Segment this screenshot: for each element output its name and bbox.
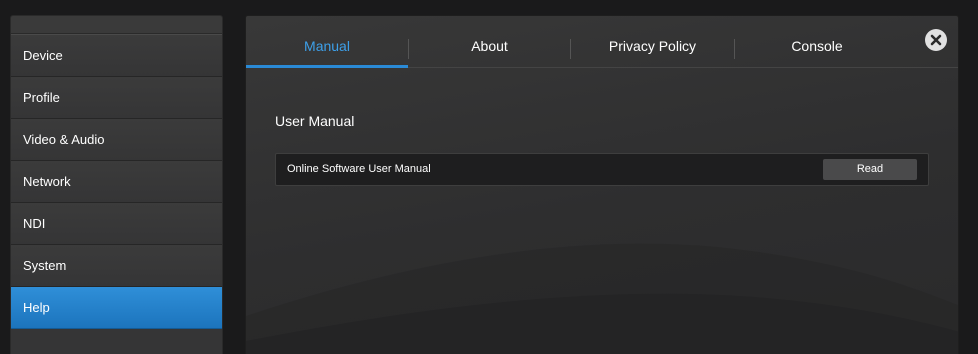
sidebar-item-label: Network xyxy=(23,174,71,189)
sidebar-nav: Device Profile Video & Audio Network NDI… xyxy=(10,15,223,354)
tab-about[interactable]: About xyxy=(409,16,570,67)
sidebar-item-label: Help xyxy=(23,300,50,315)
sidebar-item-label: NDI xyxy=(23,216,46,231)
section-title: User Manual xyxy=(275,113,355,129)
sidebar-item-device[interactable]: Device xyxy=(11,35,222,77)
help-panel: Manual About Privacy Policy Console User… xyxy=(245,15,959,354)
tab-privacy-policy[interactable]: Privacy Policy xyxy=(571,16,734,67)
manual-row-label: Online Software User Manual xyxy=(287,163,431,175)
read-button-label: Read xyxy=(856,163,884,175)
sidebar-item-label: Video & Audio xyxy=(23,132,105,147)
sidebar-header xyxy=(11,16,222,35)
tab-console[interactable]: Console xyxy=(735,16,899,67)
sidebar-item-ndi[interactable]: NDI xyxy=(11,203,222,245)
read-button[interactable]: Read xyxy=(823,159,917,180)
sidebar-item-system[interactable]: System xyxy=(11,245,222,287)
tab-label: Console xyxy=(791,38,843,54)
sidebar-item-video-audio[interactable]: Video & Audio xyxy=(11,119,222,161)
tab-bar: Manual About Privacy Policy Console xyxy=(246,16,958,68)
sidebar-item-profile[interactable]: Profile xyxy=(11,77,222,119)
sidebar-footer xyxy=(11,329,222,354)
sidebar-item-label: Device xyxy=(23,48,63,63)
sidebar-item-label: System xyxy=(23,258,67,273)
close-icon xyxy=(930,34,942,46)
sidebar-item-network[interactable]: Network xyxy=(11,161,222,203)
sidebar-item-help[interactable]: Help xyxy=(11,287,222,329)
manual-row: Online Software User Manual Read xyxy=(275,153,929,186)
tab-label: Manual xyxy=(304,38,350,54)
close-button[interactable] xyxy=(925,29,947,51)
sidebar-item-label: Profile xyxy=(23,90,60,105)
tab-label: About xyxy=(471,38,508,54)
tab-label: Privacy Policy xyxy=(608,38,697,54)
tab-manual[interactable]: Manual xyxy=(246,16,408,68)
